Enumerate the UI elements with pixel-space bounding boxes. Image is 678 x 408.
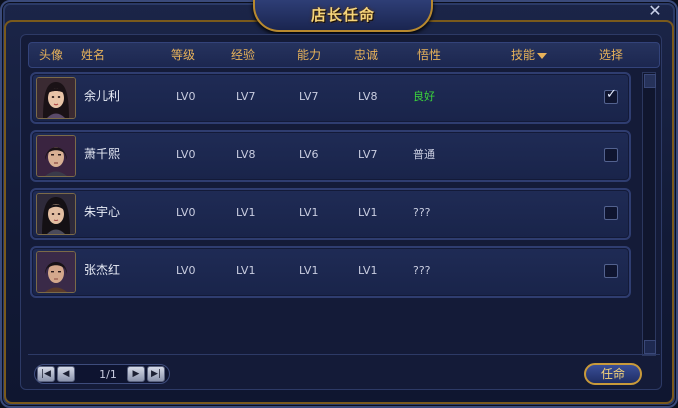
first-page-button[interactable]: |◀ <box>37 366 55 382</box>
next-page-icon[interactable]: ▶ <box>133 369 140 379</box>
row-level: LV0 <box>176 148 196 161</box>
sort-down-icon[interactable] <box>537 52 548 59</box>
list-scrollbar[interactable] <box>642 72 656 356</box>
row-level: LV0 <box>176 206 196 219</box>
header-name: 姓名 <box>81 48 106 62</box>
last-page-icon[interactable]: ▶| <box>151 369 161 379</box>
row-exp: LV8 <box>236 148 256 161</box>
prev-page-icon[interactable]: ◀ <box>63 369 70 379</box>
row-exp: LV1 <box>236 206 256 219</box>
table-row[interactable]: 萧千熙 LV0 LV8 LV6 LV7 普通 <box>30 130 631 182</box>
close-button[interactable]: ✕ <box>646 2 664 20</box>
portrait-female-icon <box>37 194 75 234</box>
window-title: 店长任命 <box>310 6 375 24</box>
prev-page-button[interactable]: ◀ <box>57 366 75 382</box>
next-page-button[interactable]: ▶ <box>127 366 145 382</box>
appoint-button[interactable]: 任命 <box>584 363 642 385</box>
row-ability: LV1 <box>299 264 319 277</box>
scroll-up-button[interactable] <box>644 74 656 88</box>
row-select-checkbox[interactable] <box>604 148 618 162</box>
header-skill-sort[interactable]: 技能 <box>511 47 548 63</box>
row-loyalty: LV7 <box>358 148 378 161</box>
avatar <box>36 193 76 235</box>
row-select-checkbox[interactable] <box>604 206 618 220</box>
close-icon[interactable]: ✕ <box>648 1 661 20</box>
row-select-checkbox[interactable]: ✓ <box>604 87 618 104</box>
table-row[interactable]: 余儿利 LV0 LV7 LV7 LV8 良好 ✓ <box>30 72 631 124</box>
row-name: 余儿利 <box>84 89 121 103</box>
header-skill[interactable]: 技能 <box>511 48 535 62</box>
portrait-male-icon <box>37 252 75 292</box>
row-level: LV0 <box>176 264 196 277</box>
row-name: 张杰红 <box>84 263 121 277</box>
table-row[interactable]: 张杰红 LV0 LV1 LV1 LV1 ??? <box>30 246 631 298</box>
header-select: 选择 <box>599 48 624 62</box>
row-ability: LV7 <box>299 90 319 103</box>
header-aptitude: 悟性 <box>417 48 442 62</box>
portrait-male-icon <box>37 136 75 176</box>
row-exp: LV1 <box>236 264 256 277</box>
row-ability: LV6 <box>299 148 319 161</box>
avatar <box>36 135 76 177</box>
row-aptitude: 普通 <box>413 148 435 161</box>
header-exp: 经验 <box>231 48 256 62</box>
scroll-down-button[interactable] <box>644 340 656 354</box>
row-loyalty: LV1 <box>358 206 378 219</box>
row-name: 朱宇心 <box>84 205 121 219</box>
row-ability: LV1 <box>299 206 319 219</box>
row-exp: LV7 <box>236 90 256 103</box>
row-level: LV0 <box>176 90 196 103</box>
row-loyalty: LV1 <box>358 264 378 277</box>
row-name: 萧千熙 <box>84 147 121 161</box>
last-page-button[interactable]: ▶| <box>147 366 165 382</box>
page-indicator: 1/1 <box>99 368 117 381</box>
row-aptitude: 良好 <box>413 90 435 103</box>
first-page-icon[interactable]: |◀ <box>41 369 51 379</box>
avatar <box>36 251 76 293</box>
table-header: 头像 姓名 等级 经验 能力 忠诚 悟性 技能 选择 <box>28 42 660 68</box>
header-ability: 能力 <box>297 48 322 62</box>
table-row[interactable]: 朱宇心 LV0 LV1 LV1 LV1 ??? <box>30 188 631 240</box>
header-loyalty: 忠诚 <box>354 48 379 62</box>
title-tab: 店长任命 <box>253 0 433 32</box>
avatar <box>36 77 76 119</box>
checkmark-icon: ✓ <box>606 87 617 102</box>
row-aptitude: ??? <box>413 264 431 277</box>
header-avatar: 头像 <box>39 48 64 62</box>
header-level: 等级 <box>171 48 196 62</box>
appoint-manager-window: 店长任命 ✕ 头像 姓名 等级 经验 能力 忠诚 悟性 技能 选择 余儿利 LV… <box>0 0 678 408</box>
row-aptitude: ??? <box>413 206 431 219</box>
pagination: |◀ ◀ 1/1 ▶ ▶| <box>34 364 170 384</box>
footer-divider <box>28 354 660 355</box>
row-loyalty: LV8 <box>358 90 378 103</box>
row-select-checkbox[interactable] <box>604 264 618 278</box>
portrait-female-icon <box>37 78 75 118</box>
